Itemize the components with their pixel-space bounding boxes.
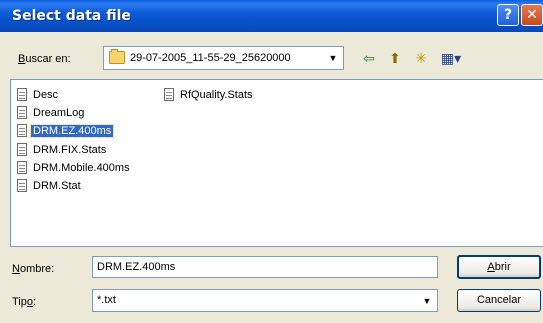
cancel-button[interactable]: Cancelar [457,289,541,312]
new-folder-icon[interactable]: ✳ [411,48,431,68]
list-item[interactable]: DRM.Mobile.400ms [17,160,132,177]
open-button[interactable]: Abrir [457,255,541,279]
help-button[interactable]: ? [497,4,519,26]
list-item[interactable]: RfQuality.Stats [164,87,255,104]
lookin-path: 29-07-2005_11-55-29_25620000 [130,52,291,64]
lookin-combo[interactable]: 29-07-2005_11-55-29_25620000 ▼ [103,46,344,70]
list-item-selected[interactable]: DRM.EZ.400ms [17,123,115,140]
window-title: Select data file [12,8,131,24]
chevron-down-icon[interactable]: ▼ [324,48,342,68]
title-bar[interactable]: Select data file ? ✕ [0,0,543,32]
close-button[interactable]: ✕ [521,4,543,26]
list-item[interactable]: DRM.FIX.Stats [17,142,108,159]
list-item[interactable]: DRM.Stat [17,178,83,195]
filetype-label: Tipo: [12,296,37,308]
help-icon: ? [503,7,513,23]
text-file-icon [164,87,174,101]
list-item[interactable]: DreamLog [17,105,86,122]
text-file-icon [17,105,27,119]
text-file-icon [17,178,27,192]
text-file-icon [17,123,27,137]
folder-icon [109,49,125,64]
filename-label: Nombre: [12,263,55,275]
text-file-icon [17,142,27,156]
chevron-down-icon[interactable]: ▼ [418,291,436,311]
filename-input[interactable]: DRM.EZ.400ms [92,256,438,278]
views-menu-icon[interactable]: ▦▾ [437,48,465,68]
text-file-icon [17,87,27,101]
text-file-icon [17,160,27,174]
filetype-select[interactable]: *.txt ▼ [92,289,438,312]
file-list[interactable]: Desc DreamLog DRM.EZ.400ms DRM.FIX.Stats… [10,79,543,247]
lookin-label: Buscar en: [18,53,71,65]
close-icon: ✕ [526,7,538,23]
up-folder-icon[interactable]: ⬆ [385,48,405,68]
back-icon[interactable]: ⇦ [359,48,379,68]
list-item[interactable]: Desc [17,87,60,104]
